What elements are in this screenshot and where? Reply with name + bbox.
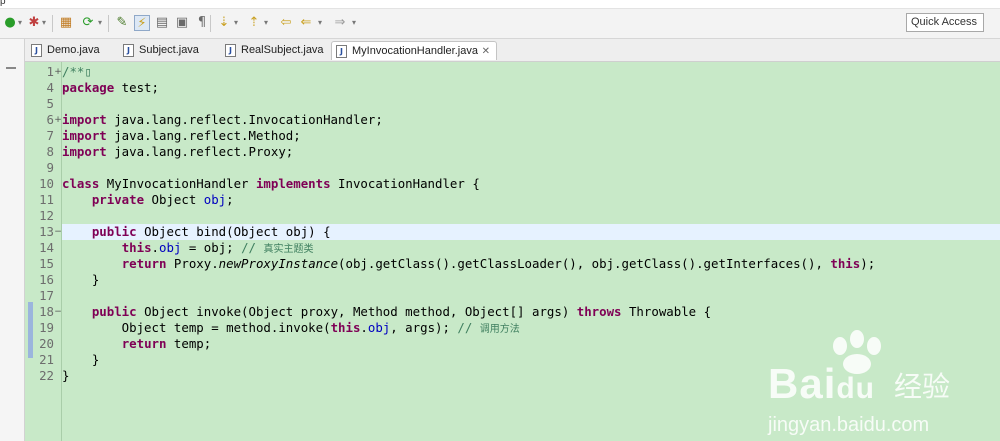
code-line[interactable]: } xyxy=(62,352,99,368)
tab-label: RealSubject.java xyxy=(241,44,324,56)
menu-bar: p xyxy=(0,0,1000,9)
java-file-icon: J xyxy=(123,44,134,57)
line-number: 11 xyxy=(39,192,54,207)
code-line[interactable]: package test; xyxy=(62,80,159,96)
toggle-block-selection-icon[interactable]: ▤ xyxy=(154,15,170,31)
next-annotation-icon[interactable]: ⇣ xyxy=(216,15,232,31)
tab-myinvocationhandler-java[interactable]: J MyInvocationHandler.java ✕ xyxy=(331,41,497,60)
code-line[interactable]: private Object obj; xyxy=(62,192,234,208)
line-number: 18 xyxy=(39,304,54,319)
show-whitespace-icon[interactable]: ▣ xyxy=(174,15,190,31)
code-line[interactable]: class MyInvocationHandler implements Inv… xyxy=(62,176,480,192)
forward-dropdown-icon[interactable]: ▾ xyxy=(350,15,358,31)
tab-subject-java[interactable]: J Subject.java xyxy=(119,41,219,60)
line-number: 7 xyxy=(46,128,54,143)
watermark-brand: Baidu xyxy=(768,360,876,407)
code-line[interactable]: } xyxy=(62,368,69,384)
tab-demo-java[interactable]: J Demo.java xyxy=(27,41,117,60)
code-line[interactable]: return Proxy.newProxyInstance(obj.getCla… xyxy=(62,256,875,272)
next-annotation-dropdown-icon[interactable]: ▾ xyxy=(232,15,240,31)
java-file-icon: J xyxy=(336,45,347,58)
line-number: 6 xyxy=(46,112,54,127)
minimize-icon[interactable] xyxy=(6,67,16,69)
line-number: 21 xyxy=(39,352,54,367)
code-line[interactable]: import java.lang.reflect.Method; xyxy=(62,128,301,144)
code-line[interactable]: import java.lang.reflect.Proxy; xyxy=(62,144,293,160)
code-line[interactable]: Object temp = method.invoke(this.obj, ar… xyxy=(62,320,520,336)
debug-dropdown-icon[interactable]: ▾ xyxy=(40,15,48,31)
line-number: 15 xyxy=(39,256,54,271)
fold-expand-icon[interactable]: + xyxy=(54,64,62,80)
editor-tab-bar: J Demo.java J Subject.java J RealSubject… xyxy=(25,39,1000,62)
java-file-icon: J xyxy=(31,44,42,57)
code-line[interactable]: import java.lang.reflect.InvocationHandl… xyxy=(62,112,383,128)
external-tools-icon[interactable]: ⟳ xyxy=(80,15,96,31)
line-number: 12 xyxy=(39,208,54,223)
fold-collapse-icon[interactable]: − xyxy=(54,304,62,320)
tab-label: MyInvocationHandler.java xyxy=(352,45,478,57)
java-file-icon: J xyxy=(225,44,236,57)
line-number: 8 xyxy=(46,144,54,159)
line-number: 22 xyxy=(39,368,54,383)
forward-icon[interactable]: ⇒ xyxy=(332,15,348,31)
fold-expand-icon[interactable]: + xyxy=(54,112,62,128)
back-dropdown-icon[interactable]: ▾ xyxy=(316,15,324,31)
new-java-project-icon[interactable]: ▦ xyxy=(58,15,74,31)
tab-label: Subject.java xyxy=(139,44,199,56)
main-toolbar: ● ▾ ✱ ▾ ▦ ⟳ ▾ ✎ ⚡ ▤ ▣ ¶ ⇣ ▾ ⇡ ▾ ⇦ ⇐ ▾ ⇒ … xyxy=(0,9,1000,39)
tab-label: Demo.java xyxy=(47,44,100,56)
left-minimized-panel xyxy=(0,39,25,441)
previous-annotation-dropdown-icon[interactable]: ▾ xyxy=(262,15,270,31)
run-dropdown-icon[interactable]: ▾ xyxy=(16,15,24,31)
fold-collapse-icon[interactable]: − xyxy=(54,224,62,240)
line-number: 10 xyxy=(39,176,54,191)
line-number: 17 xyxy=(39,288,54,303)
last-edit-location-icon[interactable]: ⇦ xyxy=(278,15,294,31)
show-whitespace-chars-icon[interactable]: ¶ xyxy=(194,15,210,31)
watermark-url: jingyan.baidu.com xyxy=(768,414,930,436)
line-number: 14 xyxy=(39,240,54,255)
quick-access-input[interactable]: Quick Access xyxy=(906,13,984,32)
code-line[interactable]: public Object invoke(Object proxy, Metho… xyxy=(62,304,711,320)
line-number: 9 xyxy=(46,160,54,175)
close-icon[interactable]: ✕ xyxy=(482,42,490,61)
previous-annotation-icon[interactable]: ⇡ xyxy=(246,15,262,31)
watermark-jingyan: 经验 xyxy=(894,370,951,403)
code-line[interactable]: return temp; xyxy=(62,336,212,352)
code-line[interactable]: } xyxy=(62,272,99,288)
toggle-mark-occurrences-icon[interactable]: ⚡ xyxy=(134,15,150,31)
line-number: 13 xyxy=(39,224,54,239)
code-line[interactable]: /**▯ xyxy=(62,64,92,80)
external-tools-dropdown-icon[interactable]: ▾ xyxy=(96,15,104,31)
line-number: 4 xyxy=(46,80,54,95)
back-icon[interactable]: ⇐ xyxy=(298,15,314,31)
code-line[interactable]: public Object bind(Object obj) { xyxy=(62,224,331,240)
menu-fragment[interactable]: p xyxy=(0,0,6,7)
override-marker-icon xyxy=(28,302,33,358)
tab-realsubject-java[interactable]: J RealSubject.java xyxy=(221,41,341,60)
line-number: 16 xyxy=(39,272,54,287)
line-number: 1 xyxy=(46,64,54,79)
line-number: 19 xyxy=(39,320,54,335)
baidu-jingyan-watermark: Baidu 经验 jingyan.baidu.com xyxy=(768,330,1000,441)
open-type-icon[interactable]: ✎ xyxy=(114,15,130,31)
code-line[interactable]: this.obj = obj; // 真实主题类 xyxy=(62,240,314,256)
line-number: 20 xyxy=(39,336,54,351)
code-editor[interactable]: 1 +/**▯ 4 package test; 5 6 + import java.lang.… xyxy=(25,62,1000,441)
line-number: 5 xyxy=(46,96,54,111)
